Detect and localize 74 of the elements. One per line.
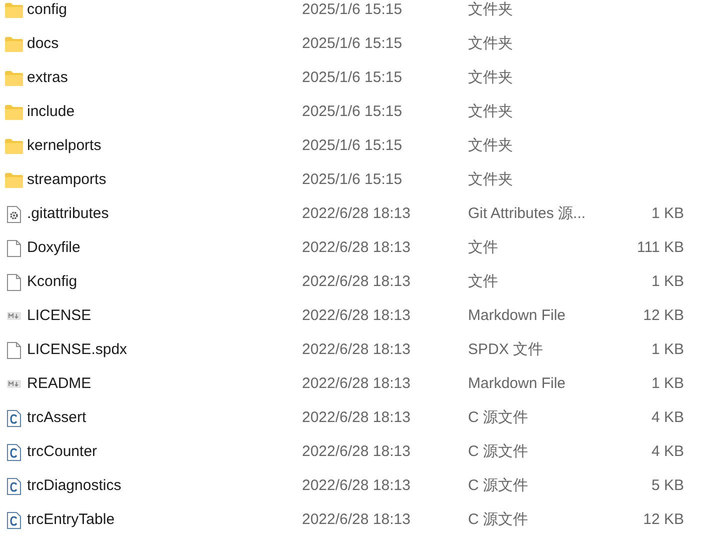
- file-size: 1 KB: [651, 204, 684, 222]
- file-type: Git Attributes 源...: [468, 204, 586, 222]
- file-size: 111 KB: [637, 238, 684, 256]
- file-name: .gitattributes: [27, 204, 109, 222]
- file-size: 1 KB: [651, 272, 684, 290]
- modified-date: 2022/6/28 18:13: [302, 408, 410, 426]
- file-size: 12 KB: [643, 306, 684, 324]
- folder-icon: [4, 2, 22, 18]
- file-size: 1 KB: [651, 374, 684, 392]
- markdown-file-icon: [6, 310, 20, 322]
- file-name: LICENSE.spdx: [27, 340, 128, 358]
- file-type: 文件夹: [468, 34, 513, 52]
- modified-date: 2025/1/6 15:15: [302, 170, 402, 188]
- folder-icon: [4, 36, 22, 52]
- modified-date: 2022/6/28 18:13: [302, 442, 410, 460]
- file-size: 4 KB: [651, 442, 684, 460]
- file-type: C 源文件: [468, 442, 528, 460]
- modified-date: 2022/6/28 18:13: [302, 340, 410, 358]
- modified-date: 2022/6/28 18:13: [302, 238, 410, 256]
- file-name: README: [27, 374, 92, 392]
- file-type: 文件: [468, 272, 498, 290]
- document-icon: [6, 274, 20, 290]
- file-type: 文件夹: [468, 170, 513, 188]
- folder-icon: [4, 172, 22, 188]
- document-icon: [6, 240, 20, 256]
- file-type: Markdown File: [468, 374, 566, 392]
- modified-date: 2025/1/6 15:15: [302, 68, 402, 86]
- file-type: 文件: [468, 238, 498, 256]
- modified-date: 2022/6/28 18:13: [302, 204, 410, 222]
- modified-date: 2022/6/28 18:13: [302, 476, 410, 494]
- file-name: Kconfig: [27, 272, 78, 290]
- file-type: C 源文件: [468, 408, 528, 426]
- file-name: kernelports: [27, 136, 102, 154]
- gear-file-icon: [6, 206, 20, 222]
- file-name: config: [27, 0, 68, 18]
- file-type: C 源文件: [468, 510, 528, 528]
- modified-date: 2025/1/6 15:15: [302, 34, 402, 52]
- file-size: 12 KB: [643, 510, 684, 528]
- file-name: docs: [27, 34, 59, 52]
- modified-date: 2025/1/6 15:15: [302, 136, 402, 154]
- file-size: 1 KB: [651, 340, 684, 358]
- file-name: trcDiagnostics: [27, 476, 122, 494]
- c-file-icon: [6, 444, 20, 460]
- folder-icon: [4, 138, 22, 154]
- file-size: 5 KB: [651, 476, 684, 494]
- folder-icon: [4, 70, 22, 86]
- document-icon: [6, 342, 20, 358]
- file-name: extras: [27, 68, 68, 86]
- file-name: Doxyfile: [27, 238, 80, 256]
- modified-date: 2022/6/28 18:13: [302, 306, 410, 324]
- modified-date: 2025/1/6 15:15: [302, 0, 402, 18]
- folder-icon: [4, 104, 22, 120]
- c-file-icon: [6, 410, 20, 426]
- file-name: streamports: [27, 170, 106, 188]
- file-name: trcCounter: [27, 442, 98, 460]
- file-type: 文件夹: [468, 68, 513, 86]
- file-name: trcEntryTable: [27, 510, 115, 528]
- file-name: trcAssert: [27, 408, 86, 426]
- c-file-icon: [6, 478, 20, 494]
- file-type: Markdown File: [468, 306, 566, 324]
- file-type: SPDX 文件: [468, 340, 544, 358]
- modified-date: 2025/1/6 15:15: [302, 102, 402, 120]
- c-file-icon: [6, 512, 20, 528]
- file-type: 文件夹: [468, 136, 513, 154]
- file-size: 4 KB: [651, 408, 684, 426]
- file-name: LICENSE: [27, 306, 92, 324]
- file-type: 文件夹: [468, 0, 513, 18]
- modified-date: 2022/6/28 18:13: [302, 510, 410, 528]
- modified-date: 2022/6/28 18:13: [302, 374, 410, 392]
- file-type: 文件夹: [468, 102, 513, 120]
- file-type: C 源文件: [468, 476, 528, 494]
- file-name: include: [27, 102, 75, 120]
- markdown-file-icon: [6, 378, 20, 390]
- modified-date: 2022/6/28 18:13: [302, 272, 410, 290]
